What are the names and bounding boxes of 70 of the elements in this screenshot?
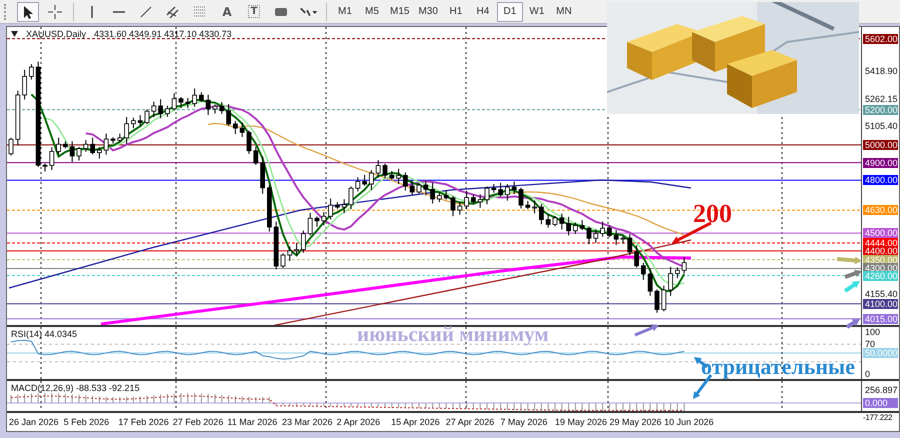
price-level-label: 4015.00 xyxy=(863,314,898,324)
text-tool-button[interactable]: A xyxy=(216,2,238,22)
annotation-text: 200 xyxy=(693,201,732,227)
triangle-icon xyxy=(11,31,18,37)
price-tick: 5418.90 xyxy=(865,66,898,76)
grid-line xyxy=(40,381,42,411)
price-level-label: 5000.00 xyxy=(863,140,898,150)
price-level-label: 4900.00 xyxy=(863,158,898,168)
rsi-tick: 70 xyxy=(865,339,876,350)
rsi-value-label: 50.0000 xyxy=(863,348,898,358)
price-tick: 4155.40 xyxy=(865,288,898,299)
date-label: 2 Apr 2026 xyxy=(336,417,382,427)
timeframe-button[interactable]: M5 xyxy=(359,2,385,22)
crosshair-icon xyxy=(47,4,63,20)
date-label: 11 Mar 2026 xyxy=(227,417,278,427)
date-label: 29 May 2026 xyxy=(610,417,663,427)
macd-tick: 256.897 xyxy=(865,385,898,395)
annotation-text: июньский минимум xyxy=(357,324,549,345)
timeframe-button[interactable]: H4 xyxy=(470,2,496,22)
price-tick: 5262.15 xyxy=(865,94,898,104)
arrow xyxy=(844,270,862,279)
fibonacci-icon xyxy=(192,4,208,20)
text-tool-button[interactable]: T xyxy=(243,2,265,22)
price-level-label: 4260.00 xyxy=(863,270,898,281)
rsi-tick: 0 xyxy=(865,369,870,379)
timeframe-button[interactable]: H1 xyxy=(442,2,469,22)
trendline-icon xyxy=(138,4,154,20)
horizontal-line-icon xyxy=(113,10,125,12)
price-level-label: 5200.00 xyxy=(863,104,898,115)
ohlc-values: 4331.60 4349.91 4317.10 4330.73 xyxy=(94,29,232,39)
price-level-label: 5602.00 xyxy=(863,34,898,44)
timeframe-button[interactable]: W1 xyxy=(524,2,550,22)
arrow xyxy=(846,319,860,329)
macd-zero-label: 0.000 xyxy=(863,398,898,408)
arrow xyxy=(634,324,659,336)
date-label: 23 Mar 2026 xyxy=(282,417,334,427)
price-level-label: 4800.00 xyxy=(863,175,898,186)
arrow xyxy=(836,256,862,264)
date-label: 10 Jun 2026 xyxy=(664,417,715,427)
price-level-label: 4500.00 xyxy=(863,228,898,238)
text-tool-label: A xyxy=(222,4,232,18)
macd-tick: -177.222 xyxy=(863,413,892,423)
rsi-label: RSI(14) 44.0345 xyxy=(11,329,78,339)
arrow xyxy=(844,281,860,293)
timeframe-button[interactable]: M30 xyxy=(414,2,442,22)
timeframe-button[interactable]: M1 xyxy=(332,2,358,22)
timeframe-button[interactable]: MN xyxy=(550,2,577,22)
tool-button[interactable] xyxy=(17,2,39,22)
symbol-label: XAUUSD,Daily xyxy=(26,29,86,39)
date-label: 7 May 2026 xyxy=(500,417,548,427)
text-label-tool: T xyxy=(248,5,260,18)
date-label: 27 Apr 2026 xyxy=(446,417,496,427)
date-label: 17 Feb 2026 xyxy=(118,417,170,427)
price-level-label: 4400.00 xyxy=(863,246,898,256)
price-level-label: 4630.00 xyxy=(863,205,898,216)
price-level-label: 4100.00 xyxy=(863,298,898,309)
date-label: 19 May 2026 xyxy=(554,417,608,427)
vertical-line-icon xyxy=(91,6,93,18)
date-label: 27 Feb 2026 xyxy=(172,417,224,427)
channel-icon xyxy=(165,4,181,20)
macd-label: MACD(12,26,9) -88.533 -92.215 xyxy=(11,383,140,393)
price-tick: 5105.40 xyxy=(865,121,898,132)
date-label: 26 Jan 2026 xyxy=(9,417,60,427)
annotation-text: отрицательные xyxy=(701,356,855,378)
date-label: 15 Apr 2026 xyxy=(391,417,441,427)
rsi-tick: 100 xyxy=(865,327,880,337)
arrow xyxy=(672,222,712,244)
timeframe-button[interactable]: D1 xyxy=(496,2,523,22)
timeframe-button[interactable]: M15 xyxy=(386,2,414,22)
date-label: 5 Feb 2026 xyxy=(64,417,110,427)
